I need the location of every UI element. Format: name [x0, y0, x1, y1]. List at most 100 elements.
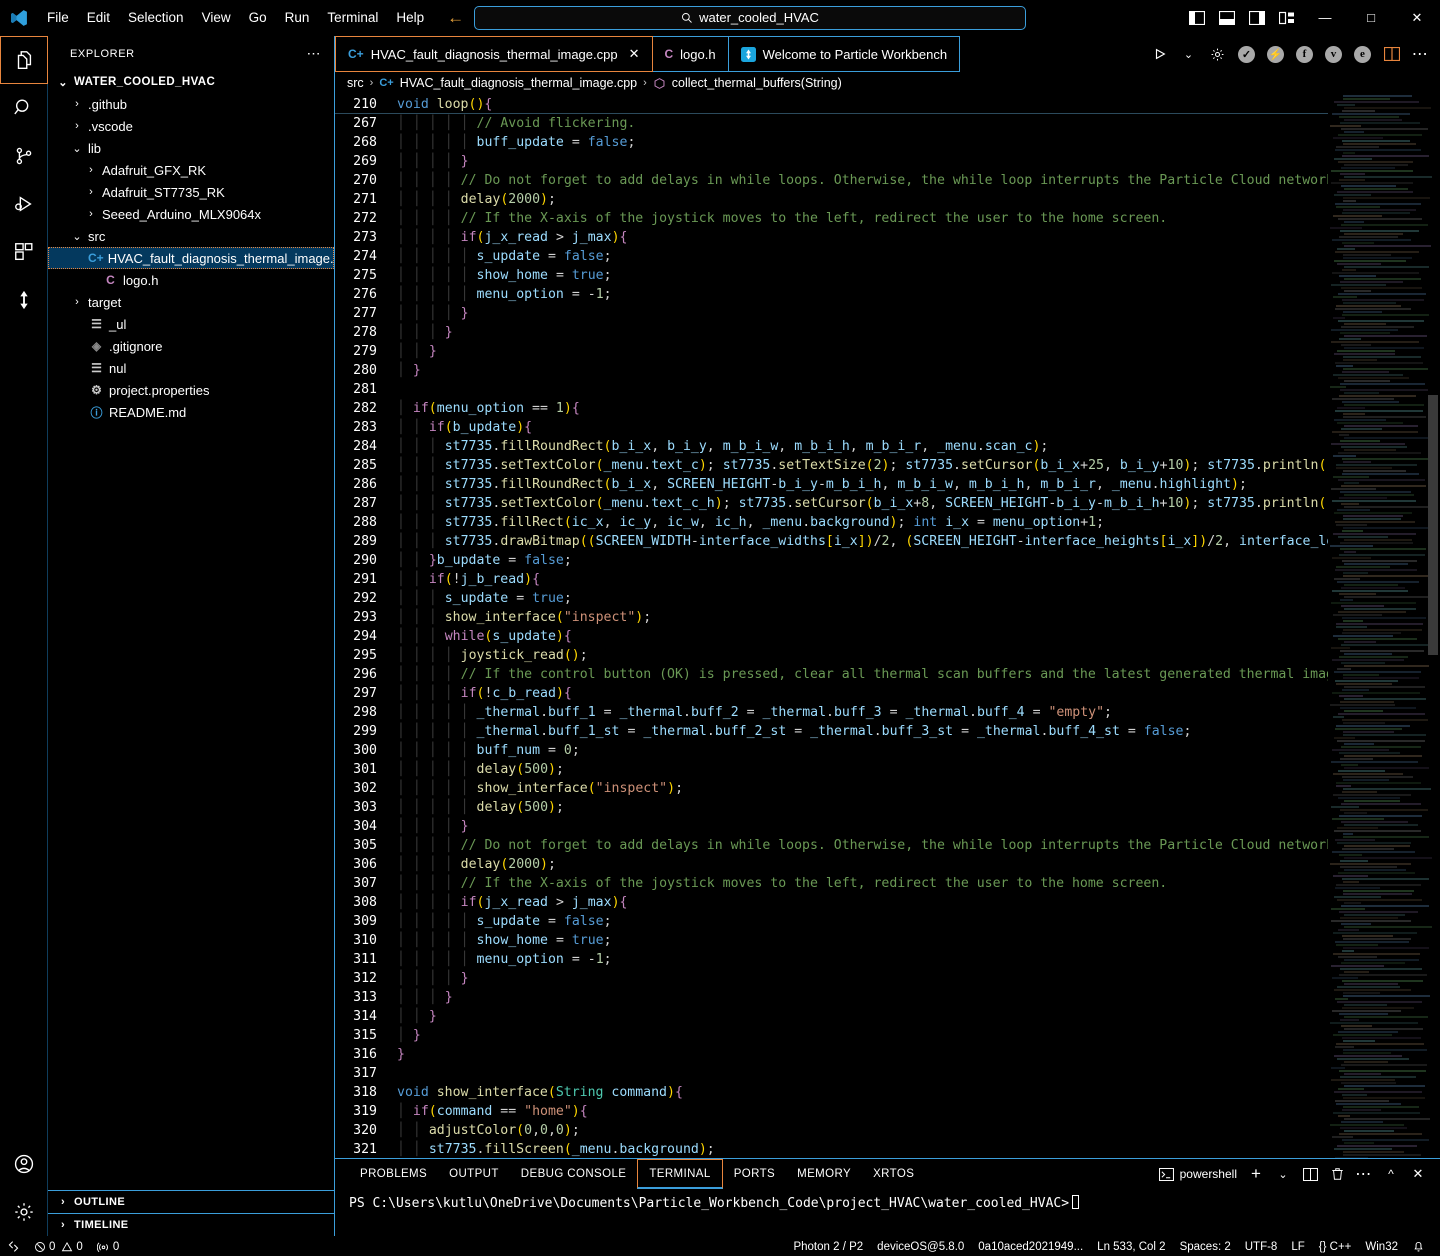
code-line[interactable]: 287│ │ │ st7735.setTextColor(_menu.text_…: [335, 494, 1328, 513]
code-line[interactable]: 301│ │ │ │ │ delay(500);: [335, 760, 1328, 779]
terminal-tab-name[interactable]: powershell: [1159, 1167, 1237, 1181]
menu-item-run[interactable]: Run: [276, 6, 319, 29]
code-line[interactable]: 288│ │ │ st7735.fillRect(ic_x, ic_y, ic_…: [335, 513, 1328, 532]
flash-icon[interactable]: ⚡: [1262, 39, 1289, 69]
activity-item-particle-workbench[interactable]: [0, 276, 48, 324]
status-editor-position[interactable]: Ln 533, Col 2: [1090, 1237, 1172, 1256]
code-line[interactable]: 280│ }: [335, 361, 1328, 380]
tree-item-readme-md[interactable]: ⓘREADME.md: [48, 401, 334, 423]
code-line[interactable]: 312│ │ │ │ }: [335, 969, 1328, 988]
tree-item-adafruit-st7735-rk[interactable]: ›Adafruit_ST7735_RK: [48, 181, 334, 203]
terminal-body[interactable]: PS C:\Users\kutlu\OneDrive\Documents\Par…: [335, 1189, 1440, 1236]
code-editor[interactable]: 210 void loop(){ 267│ │ │ │ │ // Avoid f…: [335, 95, 1328, 1158]
minimap[interactable]: [1328, 95, 1440, 1158]
panel-tab-output[interactable]: OUTPUT: [438, 1159, 510, 1189]
code-line[interactable]: 303│ │ │ │ │ delay(500);: [335, 798, 1328, 817]
close-icon[interactable]: ✕: [629, 46, 640, 62]
new-terminal-icon[interactable]: +: [1244, 1161, 1268, 1187]
code-line[interactable]: 300│ │ │ │ │ buff_num = 0;: [335, 741, 1328, 760]
code-line[interactable]: 279│ │ }: [335, 342, 1328, 361]
code-line[interactable]: 311│ │ │ │ │ menu_option = -1;: [335, 950, 1328, 969]
code-line[interactable]: 320│ │ adjustColor(0,0,0);: [335, 1121, 1328, 1140]
code-line[interactable]: 292│ │ │ s_update = true;: [335, 589, 1328, 608]
code-line[interactable]: 286│ │ │ st7735.fillRoundRect(b_i_x, SCR…: [335, 475, 1328, 494]
code-line[interactable]: 295│ │ │ │ joystick_read();: [335, 646, 1328, 665]
status-platform[interactable]: Win32: [1358, 1237, 1405, 1256]
menu-item-terminal[interactable]: Terminal: [318, 6, 387, 29]
activity-item-accounts[interactable]: [0, 1140, 48, 1188]
menu-item-help[interactable]: Help: [387, 6, 433, 29]
run-icon[interactable]: [1146, 39, 1173, 69]
tree-item-logo-h[interactable]: Clogo.h: [48, 269, 334, 291]
menu-item-selection[interactable]: Selection: [119, 6, 193, 29]
tree-item-ul[interactable]: ☰_ul: [48, 313, 334, 335]
bell-icon[interactable]: [1405, 1237, 1432, 1256]
split-editor-icon[interactable]: [1378, 39, 1405, 69]
verify-icon[interactable]: ✓: [1233, 39, 1260, 69]
status-device-id[interactable]: 0a10aced2021949...: [971, 1237, 1090, 1256]
editor-scrollbar[interactable]: [1426, 95, 1440, 1158]
sidebar-item-outline[interactable]: › OUTLINE: [48, 1190, 334, 1213]
code-line[interactable]: 310│ │ │ │ │ show_home = true;: [335, 931, 1328, 950]
code-line[interactable]: 294│ │ │ while(s_update){: [335, 627, 1328, 646]
customize-layout-icon[interactable]: [1272, 2, 1302, 34]
status-indentation[interactable]: Spaces: 2: [1173, 1237, 1238, 1256]
code-line[interactable]: 285│ │ │ st7735.setTextColor(_menu.text_…: [335, 456, 1328, 475]
editor-scroll-thumb[interactable]: [1428, 395, 1438, 655]
code-line[interactable]: 268│ │ │ │ │ buff_update = false;: [335, 133, 1328, 152]
code-line[interactable]: 293│ │ │ show_interface("inspect");: [335, 608, 1328, 627]
breadcrumb-item-src[interactable]: src: [347, 76, 364, 90]
tree-item-nul[interactable]: ☰nul: [48, 357, 334, 379]
code-line[interactable]: 282│ if(menu_option == 1){: [335, 399, 1328, 418]
window-minimize-button[interactable]: —: [1302, 0, 1348, 36]
code-line[interactable]: 307│ │ │ │ // If the X-axis of the joyst…: [335, 874, 1328, 893]
code-line[interactable]: 315│ }: [335, 1026, 1328, 1045]
erase-icon[interactable]: e: [1349, 39, 1376, 69]
code-line[interactable]: 321│ │ st7735.fillScreen(_menu.backgroun…: [335, 1140, 1328, 1158]
code-line[interactable]: 289│ │ │ st7735.drawBitmap((SCREEN_WIDTH…: [335, 532, 1328, 551]
activity-item-explorer[interactable]: [0, 36, 48, 84]
status-ports[interactable]: 0: [90, 1237, 126, 1256]
ellipsis-icon[interactable]: ⋯: [1352, 1161, 1376, 1187]
gear-icon[interactable]: [1204, 39, 1231, 69]
close-icon[interactable]: ✕: [1406, 1161, 1430, 1187]
toggle-panel-icon[interactable]: [1212, 2, 1242, 34]
code-line[interactable]: 316}: [335, 1045, 1328, 1064]
code-line[interactable]: 271│ │ │ │ delay(2000);: [335, 190, 1328, 209]
activity-item-manage[interactable]: [0, 1188, 48, 1236]
sticky-scroll-line[interactable]: 210 void loop(){: [335, 95, 1328, 114]
menu-item-go[interactable]: Go: [240, 6, 276, 29]
code-line[interactable]: 318void show_interface(String command){: [335, 1083, 1328, 1102]
cloud-flash-icon[interactable]: f: [1291, 39, 1318, 69]
panel-tab-problems[interactable]: PROBLEMS: [349, 1159, 438, 1189]
chevron-down-icon[interactable]: ⌄: [1175, 39, 1202, 69]
code-line[interactable]: 269│ │ │ │ }: [335, 152, 1328, 171]
code-line[interactable]: 314│ │ }: [335, 1007, 1328, 1026]
breadcrumb[interactable]: src › C+ HVAC_fault_diagnosis_thermal_im…: [335, 72, 1440, 95]
code-line[interactable]: 267│ │ │ │ │ // Avoid flickering.: [335, 114, 1328, 133]
menu-item-file[interactable]: File: [38, 6, 78, 29]
activity-item-source-control[interactable]: [0, 132, 48, 180]
code-line[interactable]: 291│ │ if(!j_b_read){: [335, 570, 1328, 589]
code-line[interactable]: 277│ │ │ │ }: [335, 304, 1328, 323]
tree-item-hvac-fault-diagnosis-thermal-image-cpp[interactable]: C+HVAC_fault_diagnosis_thermal_image.cpp: [48, 247, 334, 269]
tab-hvac-cpp[interactable]: C+ HVAC_fault_diagnosis_thermal_image.cp…: [335, 36, 653, 72]
sidebar-item-timeline[interactable]: › TIMELINE: [48, 1213, 334, 1236]
status-language-mode[interactable]: {} C++: [1312, 1237, 1359, 1256]
code-line[interactable]: 309│ │ │ │ │ s_update = false;: [335, 912, 1328, 931]
tab-welcome-particle-workbench[interactable]: Welcome to Particle Workbench: [729, 36, 960, 72]
toggle-secondary-sidebar-icon[interactable]: [1242, 2, 1272, 34]
panel-tab-debug-console[interactable]: DEBUG CONSOLE: [510, 1159, 638, 1189]
code-line[interactable]: 274│ │ │ │ │ s_update = false;: [335, 247, 1328, 266]
status-encoding[interactable]: UTF-8: [1238, 1237, 1285, 1256]
code-line[interactable]: 272│ │ │ │ // If the X-axis of the joyst…: [335, 209, 1328, 228]
code-line[interactable]: 283│ │ if(b_update){: [335, 418, 1328, 437]
code-line[interactable]: 299│ │ │ │ │ _thermal.buff_1_st = _therm…: [335, 722, 1328, 741]
tree-item-water-cooled-hvac[interactable]: ⌄WATER_COOLED_HVAC: [48, 71, 334, 93]
code-line[interactable]: 297│ │ │ │ if(!c_b_read){: [335, 684, 1328, 703]
menu-item-edit[interactable]: Edit: [78, 6, 119, 29]
code-line[interactable]: 317: [335, 1064, 1328, 1083]
window-maximize-button[interactable]: □: [1348, 0, 1394, 36]
tree-item-vscode[interactable]: ›.vscode: [48, 115, 334, 137]
ellipsis-icon[interactable]: ⋯: [307, 45, 323, 62]
